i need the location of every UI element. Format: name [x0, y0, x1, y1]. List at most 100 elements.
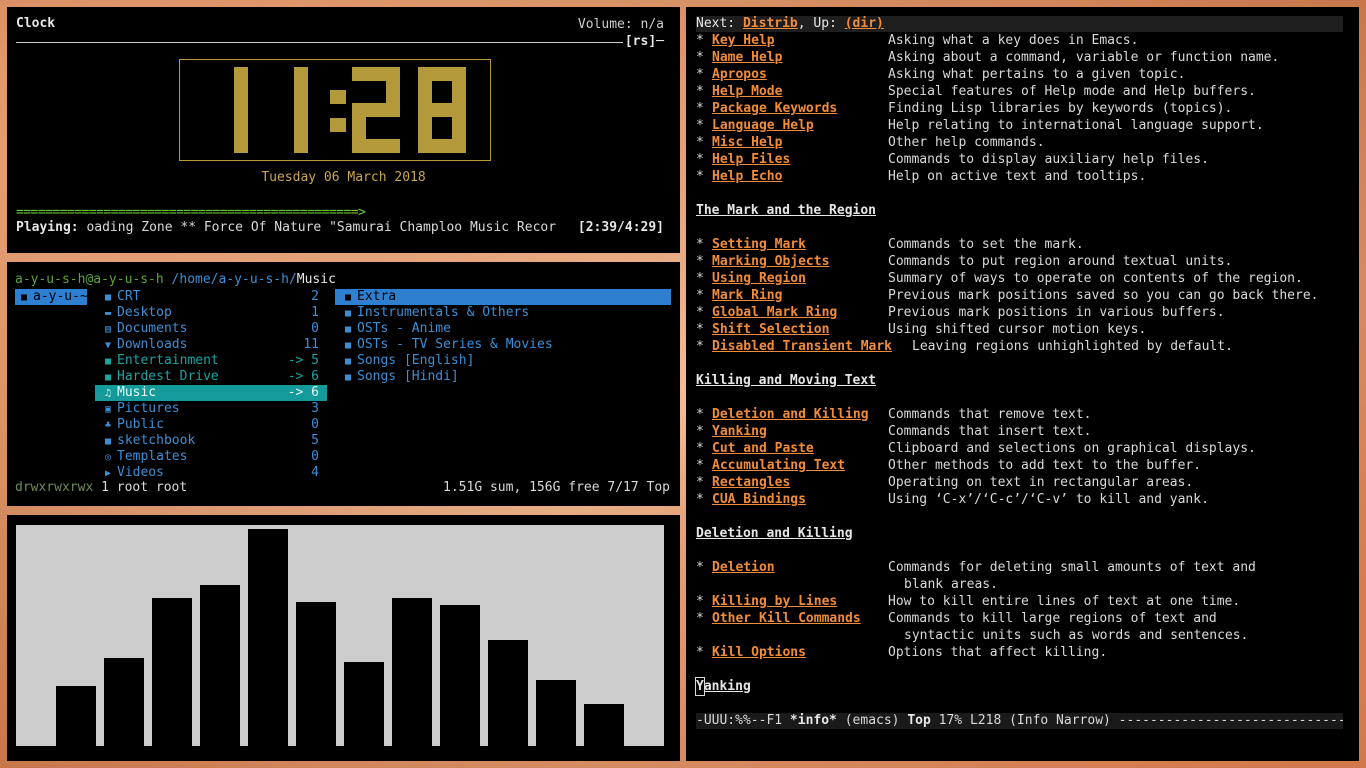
list-item[interactable]: ■ Songs [English] — [335, 353, 671, 369]
menu-description: Commands for deleting small amounts of t… — [888, 560, 1256, 575]
menu-link[interactable]: Global Mark Ring — [712, 305, 837, 320]
users-icon: ♣ — [104, 420, 112, 431]
menu-link[interactable]: Kill Options — [712, 645, 806, 660]
bullet-star: * — [696, 560, 704, 575]
bullet-star: * — [696, 50, 704, 65]
list-item[interactable]: ♣ Public 0 — [95, 417, 327, 433]
menu-description: Asking what a key does in Emacs. — [888, 33, 1139, 48]
menu-description: Help relating to international language … — [888, 118, 1264, 133]
menu-link[interactable]: Deletion — [712, 560, 775, 575]
menu-link[interactable]: Name Help — [712, 50, 782, 65]
list-item[interactable]: ◎ Templates 0 — [95, 449, 327, 465]
next-link[interactable]: Distrib — [743, 16, 798, 31]
menu-link[interactable]: Help Mode — [712, 84, 782, 99]
menu-link[interactable]: Package Keywords — [712, 101, 837, 116]
menu-description: Summary of ways to operate on contents o… — [888, 271, 1303, 286]
bullet-star: * — [696, 305, 704, 320]
menu-description: How to kill entire lines of text at one … — [888, 594, 1241, 609]
disk-info: 1.51G sum, 156G free 7/17 Top — [443, 480, 670, 495]
item-count: 11 — [303, 337, 319, 352]
menu-link[interactable]: Language Help — [712, 118, 814, 133]
list-item[interactable]: ■ sketchbook 5 — [95, 433, 327, 449]
list-item[interactable]: ■ Songs [Hindi] — [335, 369, 671, 385]
bullet-star: * — [696, 254, 704, 269]
digit-segment — [352, 139, 400, 153]
menu-link[interactable]: Rectangles — [712, 475, 790, 490]
list-item[interactable]: ■ Extra — [335, 289, 671, 305]
menu-link[interactable]: Deletion and Killing — [712, 407, 869, 422]
menu-entry: * Apropos Asking what pertains to a given … — [696, 66, 1346, 83]
menu-description: Commands that remove text. — [888, 407, 1092, 422]
playback-progress: ========================================… — [16, 205, 366, 220]
list-item[interactable]: ▶ Videos 4 — [95, 465, 327, 481]
menu-entry: * Global Mark Ring Previous mark positions… — [696, 304, 1346, 321]
item-count: 5 — [311, 433, 319, 448]
spectrum-bars — [56, 529, 624, 746]
item-name: a-y-u-~ — [33, 289, 88, 304]
item-count: -> 6 — [287, 385, 319, 400]
bullet-star: * — [696, 271, 704, 286]
list-item[interactable]: ■ OSTs - TV Series & Movies — [335, 337, 671, 353]
item-name: Templates — [117, 449, 188, 464]
menu-link[interactable]: Yanking — [712, 424, 767, 439]
section-heading: Deletion and Killing — [696, 525, 1346, 542]
folder-icon: ■ — [344, 292, 352, 303]
menu-description: Clipboard and selections on graphical di… — [888, 441, 1256, 456]
menu-description: Using ‘C-x’/‘C-c’/‘C-v’ to kill and yank… — [888, 492, 1209, 507]
menu-link[interactable]: Shift Selection — [712, 322, 829, 337]
list-item[interactable]: ■ OSTs - Anime — [335, 321, 671, 337]
menu-description: Special features of Help mode and Help b… — [888, 84, 1256, 99]
menu-link[interactable]: Accumulating Text — [712, 458, 845, 473]
document-icon: ▤ — [104, 324, 112, 335]
menu-link[interactable]: Other Kill Commands — [712, 611, 861, 626]
menu-link[interactable]: Key Help — [712, 33, 775, 48]
section-heading: The Mark and the Region — [696, 202, 1346, 219]
menu-link[interactable]: Mark Ring — [712, 288, 782, 303]
menu-link[interactable]: Using Region — [712, 271, 806, 286]
list-item[interactable]: ▼ Downloads 11 — [95, 337, 327, 353]
menu-link[interactable]: CUA Bindings — [712, 492, 806, 507]
list-item[interactable]: ▬ Desktop 1 — [95, 305, 327, 321]
spectrum-bar — [56, 686, 96, 746]
up-link[interactable]: (dir) — [845, 16, 884, 31]
menu-description: Previous mark positions saved so you can… — [888, 288, 1319, 303]
menu-link[interactable]: Marking Objects — [712, 254, 829, 269]
list-item[interactable]: ■ Instrumentals & Others — [335, 305, 671, 321]
text-cursor: Y — [695, 677, 705, 696]
bullet-star: * — [696, 611, 704, 626]
list-item[interactable]: ♫ Music -> 6 — [95, 385, 327, 401]
list-item[interactable]: ▣ Pictures 3 — [95, 401, 327, 417]
bullet-star: * — [696, 407, 704, 422]
list-item[interactable]: ■ CRT 2 — [95, 289, 327, 305]
menu-link[interactable]: Misc Help — [712, 135, 782, 150]
path-dir: /home/a-y-u-s-h/ — [171, 272, 297, 287]
menu-link[interactable]: Help Files — [712, 152, 790, 167]
item-name: Music — [117, 385, 157, 400]
menu-link[interactable]: Help Echo — [712, 169, 782, 184]
list-item[interactable]: ■ Hardest Drive -> 6 — [95, 369, 327, 385]
menu-link[interactable]: Apropos — [712, 67, 767, 82]
list-item[interactable]: ■ a-y-u-~ — [15, 289, 88, 305]
item-count: 0 — [311, 321, 319, 336]
menu-link[interactable]: Killing by Lines — [712, 594, 837, 609]
menu-description: blank areas. — [904, 577, 998, 592]
folder-icon: ■ — [344, 372, 352, 383]
bullet-star: * — [696, 84, 704, 99]
header-sep: , — [797, 16, 814, 31]
menu-link[interactable]: Setting Mark — [712, 237, 806, 252]
bullet-star: * — [696, 339, 704, 354]
list-item[interactable]: ▤ Documents 0 — [95, 321, 327, 337]
spectrum-bar — [200, 585, 240, 746]
owner: 1 root root — [101, 480, 188, 495]
list-item[interactable]: ■ Entertainment -> 5 — [95, 353, 327, 369]
spectrum-bar — [248, 529, 288, 746]
bullet-star: * — [696, 458, 704, 473]
menu-description: Other help commands. — [888, 135, 1045, 150]
menu-link[interactable]: Cut and Paste — [712, 441, 814, 456]
bullet-star: * — [696, 67, 704, 82]
menu-link[interactable]: Disabled Transient Mark — [712, 339, 892, 354]
folder-icon: ■ — [104, 292, 112, 303]
section-heading: Killing and Moving Text — [696, 372, 1346, 389]
